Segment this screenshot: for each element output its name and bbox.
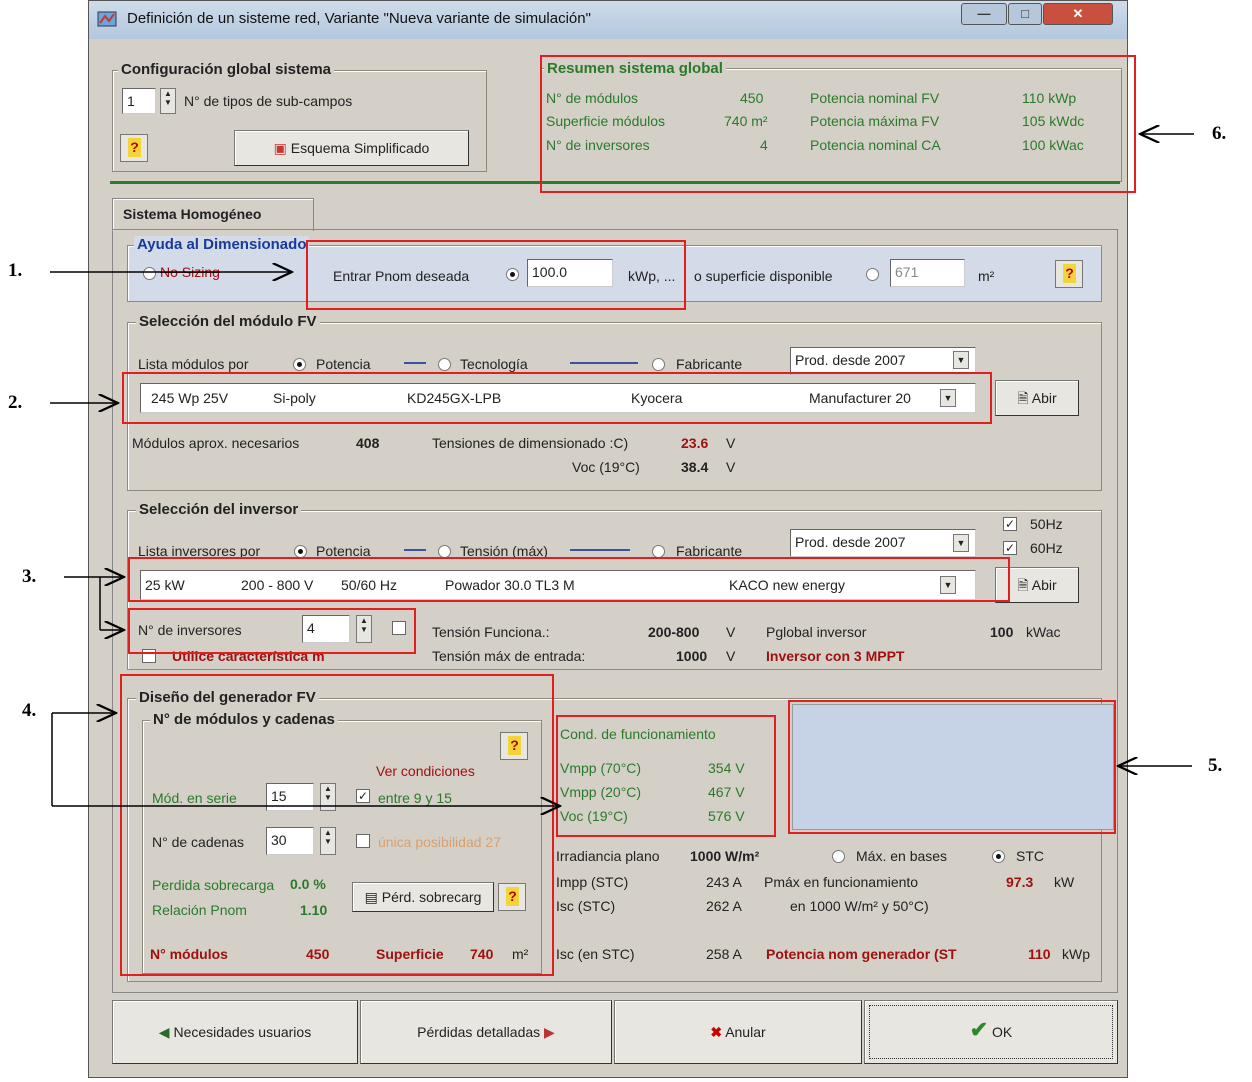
callout-1: 1.	[8, 260, 23, 281]
callout-arrows	[50, 0, 1194, 1082]
callout-5: 5.	[1208, 755, 1223, 776]
callout-4: 4.	[22, 700, 37, 721]
callout-6: 6.	[1212, 123, 1227, 144]
callout-3: 3.	[22, 566, 37, 587]
callout-2: 2.	[8, 392, 23, 413]
